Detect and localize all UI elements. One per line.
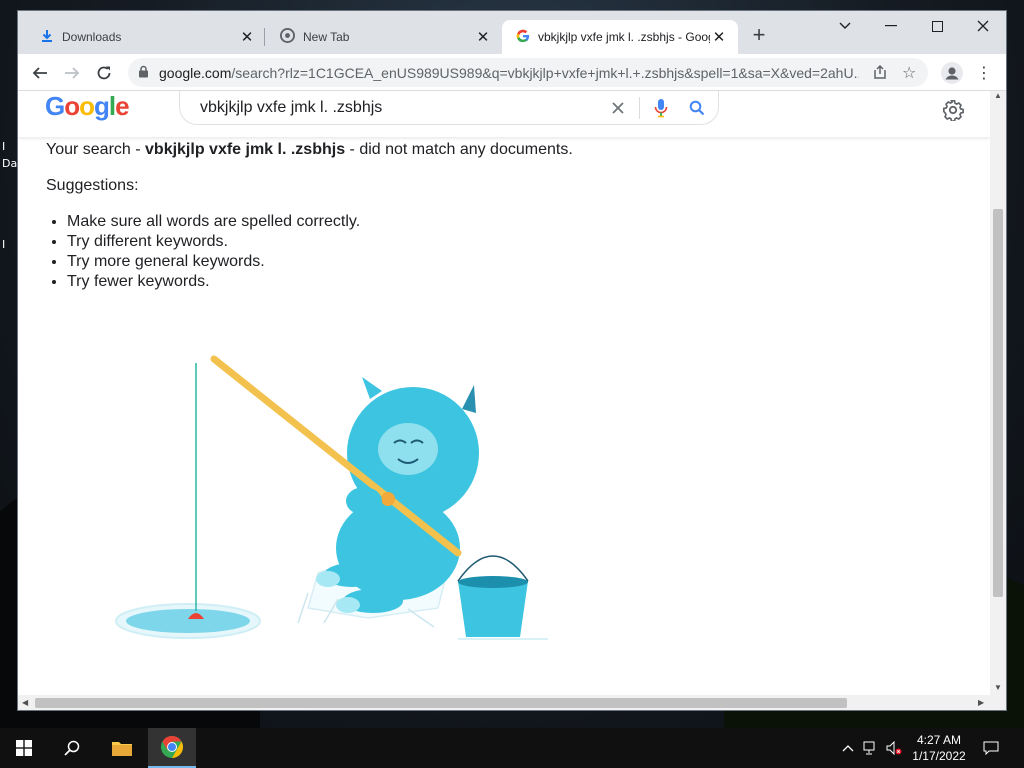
back-button[interactable] [26,59,54,87]
close-icon [612,101,624,114]
download-icon [40,29,54,46]
browser-window: Downloads ✕ New Tab ✕ vbkjkjlp vxfe jmk … [17,10,1007,711]
url-text[interactable]: google.com/search?rlz=1C1GCEA_enUS989US9… [159,65,859,81]
desktop-icon-label[interactable]: I [2,140,5,153]
list-item: Try different keywords. [67,232,360,252]
list-item: Try fewer keywords. [67,272,360,292]
tab-title: New Tab [303,30,350,44]
voice-search-button[interactable] [646,93,676,123]
menu-button[interactable]: ⋮ [970,59,998,87]
maximize-icon [931,20,943,32]
horizontal-scrollbar[interactable]: ◀ ▶ [18,695,1006,710]
search-icon [64,740,80,756]
search-query[interactable]: vbkjkjlp vxfe jmk l. .zsbhjs [200,99,603,117]
vertical-scrollbar[interactable]: ▲ ▼ [990,91,1006,695]
search-icon [689,100,705,115]
scroll-right-arrow[interactable]: ▶ [978,698,984,707]
search-input[interactable]: vbkjkjlp vxfe jmk l. .zsbhjs [179,91,719,125]
suggestions-title: Suggestions: [46,177,139,194]
tab-title: vbkjkjlp vxfe jmk l. .zsbhjs - Goog [538,30,710,44]
volume-muted-icon[interactable] [884,738,904,758]
chrome-icon [280,28,295,46]
google-icon [516,29,530,46]
file-explorer-button[interactable] [98,728,146,768]
address-bar[interactable]: google.com/search?rlz=1C1GCEA_enUS989US9… [128,58,928,87]
notifications-icon[interactable] [981,738,1001,758]
chrome-taskbar-button[interactable] [148,728,196,768]
tab-separator [264,28,265,46]
forward-button[interactable] [58,59,86,87]
reload-button[interactable] [90,59,118,87]
chevron-up-icon[interactable] [838,738,858,758]
new-tab-button[interactable]: + [748,24,770,47]
more-vert-icon: ⋮ [976,65,992,82]
avatar-icon [941,62,963,84]
search-results-page: Google vbkjkjlp vxfe jmk l. .zsbhjs Your… [18,91,990,695]
arrow-left-icon [32,67,47,79]
profile-button[interactable] [938,59,966,87]
chrome-icon [161,736,183,758]
share-icon[interactable] [872,64,888,83]
no-results-message: Your search - vbkjkjlp vxfe jmk l. .zsbh… [46,141,573,158]
clock-date: 1/17/2022 [912,749,966,763]
scroll-down-arrow[interactable]: ▼ [994,683,1002,692]
search-taskbar-button[interactable] [48,728,96,768]
gear-icon [943,100,964,121]
scroll-left-arrow[interactable]: ◀ [22,698,28,707]
tab-search-results[interactable]: vbkjkjlp vxfe jmk l. .zsbhjs - Goog ✕ [502,20,738,54]
google-doodle-logo[interactable]: Google [45,91,130,122]
microphone-icon [654,98,668,117]
desktop-icon-label[interactable]: I [2,238,5,251]
clear-search-button[interactable] [603,93,633,123]
search-header: Google vbkjkjlp vxfe jmk l. .zsbhjs [18,91,990,137]
clock-time: 4:27 AM [916,733,962,747]
close-icon [977,20,989,32]
tab-downloads[interactable]: Downloads ✕ [26,20,266,54]
minimize-icon [885,25,897,27]
divider [639,96,640,119]
chevron-down-icon [839,22,851,29]
reload-icon [97,66,111,80]
fishing-yeti-illustration [115,355,548,640]
start-button[interactable] [0,728,48,768]
close-icon[interactable]: ✕ [238,28,256,46]
folder-icon [112,742,132,756]
system-clock[interactable]: 4:27 AM 1/17/2022 [905,732,973,764]
scrollbar-thumb[interactable] [993,209,1003,597]
lock-icon [138,65,149,81]
settings-button[interactable] [940,97,966,123]
minimize-button[interactable] [868,11,914,41]
taskbar: 4:27 AM 1/17/2022 [0,728,1024,768]
maximize-button[interactable] [914,11,960,41]
windows-icon [16,740,32,756]
tab-search-button[interactable] [822,11,868,41]
browser-toolbar: google.com/search?rlz=1C1GCEA_enUS989US9… [18,54,1006,91]
star-icon[interactable]: ☆ [902,63,916,83]
tab-strip: Downloads ✕ New Tab ✕ vbkjkjlp vxfe jmk … [18,11,1006,54]
desktop-icon-label[interactable]: Da [2,157,17,170]
list-item: Make sure all words are spelled correctl… [67,212,360,232]
close-window-button[interactable] [960,11,1006,41]
close-icon[interactable]: ✕ [710,28,728,46]
tab-new-tab[interactable]: New Tab ✕ [266,20,502,54]
search-button[interactable] [682,93,712,123]
suggestions-list: Make sure all words are spelled correctl… [67,212,360,292]
tab-title: Downloads [62,30,122,44]
scroll-up-arrow[interactable]: ▲ [994,91,1002,100]
no-results-query: vbkjkjlp vxfe jmk l. .zsbhjs [145,141,346,158]
network-icon[interactable] [861,738,881,758]
close-icon[interactable]: ✕ [474,28,492,46]
scrollbar-thumb[interactable] [35,698,847,708]
list-item: Try more general keywords. [67,252,360,272]
arrow-right-icon [65,67,80,79]
